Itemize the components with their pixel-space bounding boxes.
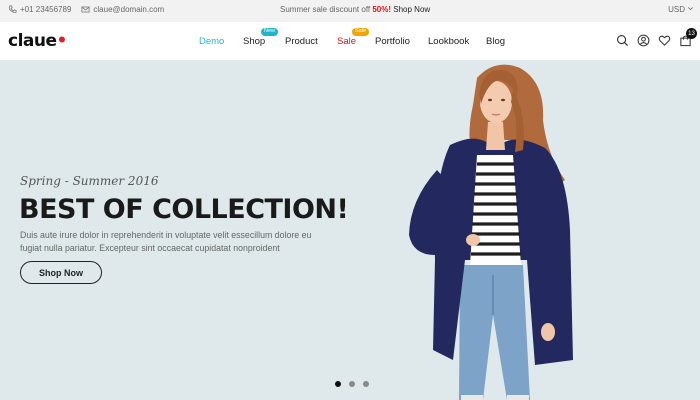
promo-text: Summer sale discount off: [280, 5, 373, 14]
phone-icon: [8, 5, 17, 14]
logo-text: claue: [8, 31, 57, 51]
contact-info: +01 23456789 claue@domain.com: [8, 5, 164, 14]
email-address: claue@domain.com: [93, 5, 165, 14]
email-contact[interactable]: claue@domain.com: [81, 5, 164, 14]
phone-contact[interactable]: +01 23456789: [8, 5, 71, 14]
nav-item-shop[interactable]: Shop New: [243, 28, 279, 47]
promo-shop-link[interactable]: Shop Now: [393, 5, 430, 14]
nav-item-product[interactable]: Product: [285, 36, 318, 47]
cart-icon[interactable]: 13: [679, 28, 697, 47]
cart-count-badge: 13: [686, 28, 697, 39]
slide-dot[interactable]: [349, 381, 355, 387]
slider-dots: [335, 381, 369, 387]
hero-season: Spring - Summer 2016: [20, 174, 159, 188]
site-logo[interactable]: claue•: [8, 31, 67, 51]
nav-item-blog[interactable]: Blog: [486, 36, 505, 47]
heart-icon[interactable]: [658, 34, 671, 47]
currency-label: USD: [668, 5, 685, 14]
site-header: claue• Demo Shop New Product Sale Sale P…: [0, 22, 700, 60]
nav-item-sale[interactable]: Sale Sale: [337, 28, 370, 47]
slide-dot[interactable]: [363, 381, 369, 387]
nav-item-label: Sale: [337, 36, 357, 47]
hero-model-image: [409, 64, 573, 400]
search-icon[interactable]: [616, 34, 629, 47]
top-bar: +01 23456789 claue@domain.com Summer sal…: [0, 0, 700, 22]
nav-item-portfolio[interactable]: Portfolio: [375, 36, 410, 47]
nav-item-lookbook[interactable]: Lookbook: [428, 36, 469, 47]
nav-item-demo[interactable]: Demo: [199, 36, 224, 47]
phone-number: +01 23456789: [20, 5, 72, 14]
slide-dot[interactable]: [335, 381, 341, 387]
promo-banner: Summer sale discount off 50%! Shop Now: [280, 5, 430, 14]
hero-slider: Spring - Summer 2016 BEST OF COLLECTION!…: [0, 60, 700, 400]
logo-dot: •: [56, 31, 68, 51]
nav-item-label: Shop: [243, 36, 266, 47]
hero-description: Duis aute irure dolor in reprehenderit i…: [20, 230, 312, 253]
sale-badge: Sale: [352, 28, 370, 36]
promo-percent: 50%!: [372, 5, 392, 14]
envelope-icon: [81, 5, 90, 14]
hero-headline: BEST OF COLLECTION!: [19, 194, 349, 225]
user-icon[interactable]: [637, 34, 650, 47]
currency-selector[interactable]: USD: [668, 5, 694, 14]
new-badge: New: [261, 28, 279, 36]
shop-now-button[interactable]: Shop Now: [20, 261, 102, 284]
chevron-down-icon: [687, 5, 694, 14]
header-icons: 13: [616, 28, 697, 47]
